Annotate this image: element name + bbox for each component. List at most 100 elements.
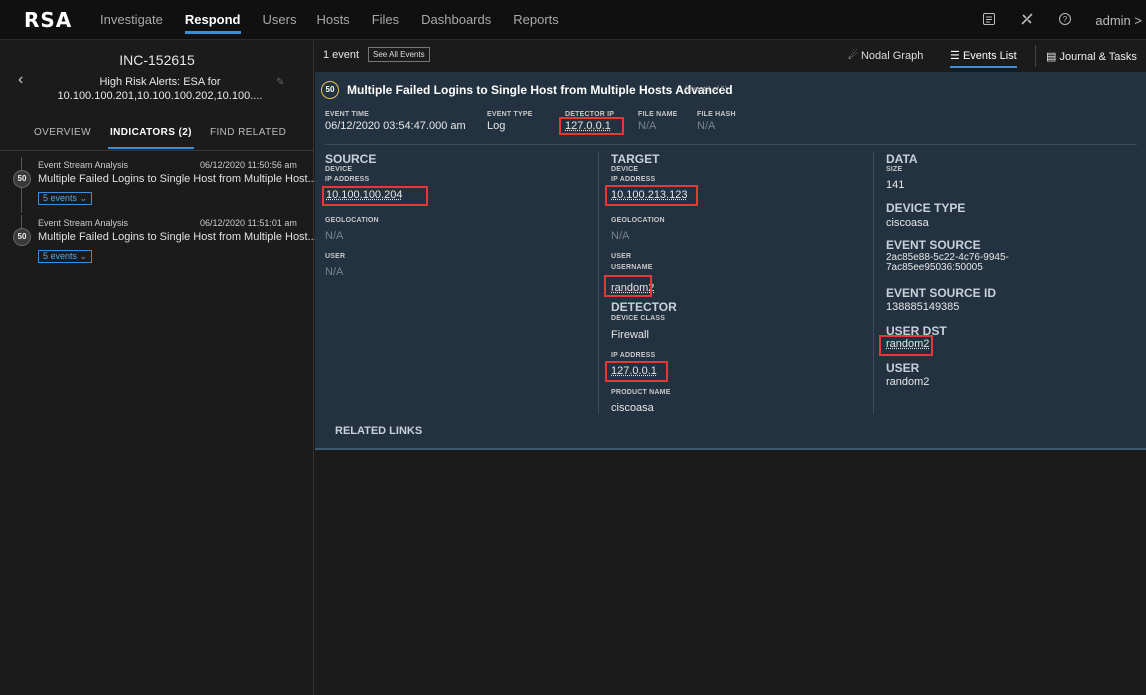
- indicator-source: Event Stream Analysis: [38, 160, 129, 170]
- indicator-name[interactable]: Multiple Failed Logins to Single Host fr…: [38, 231, 317, 243]
- journal-tasks-button[interactable]: ▤ Journal & Tasks: [1035, 45, 1146, 67]
- file-name: N/A: [638, 120, 657, 132]
- events-toolbar: 1 event See All Events ☄ Nodal Graph ☰ E…: [315, 41, 1146, 70]
- rsa-logo: RSA: [24, 7, 73, 32]
- file-name-label: FILE NAME: [638, 111, 678, 118]
- incident-title: High Risk Alerts: ESA for 10.100.100.201…: [57, 76, 263, 102]
- source-user-label: USER: [325, 253, 346, 260]
- list-icon: ☰: [950, 50, 960, 62]
- column-divider: [598, 152, 599, 414]
- target-heading: TARGET: [611, 152, 660, 166]
- nav-reports[interactable]: Reports: [513, 0, 559, 40]
- incident-id: INC-152615: [119, 52, 195, 68]
- highlight-box: [559, 117, 624, 135]
- event-count: 1 event: [323, 49, 360, 61]
- event-source-id: 138885149385: [886, 301, 960, 313]
- size-label: SIZE: [886, 166, 903, 173]
- indicator-time: 06/12/2020 11:51:01 am: [200, 218, 297, 228]
- event-source-label: EVENT SOURCE: [886, 238, 981, 252]
- target-geo: N/A: [611, 230, 630, 242]
- help-icon[interactable]: ?: [1057, 12, 1073, 28]
- events-panel: 1 event See All Events ☄ Nodal Graph ☰ E…: [315, 41, 1146, 695]
- nav-users[interactable]: Users: [263, 0, 297, 40]
- nodal-graph-icon: ☄: [848, 50, 858, 62]
- events-list-label: Events List: [962, 50, 1017, 62]
- event-source: 2ac85e88-5c22-4c76-9945-7ac85ee95036:500…: [886, 252, 1009, 273]
- product-name: ciscoasa: [611, 402, 654, 414]
- journal-label: Journal & Tasks: [1059, 51, 1137, 63]
- target-username-label: USERNAME: [611, 264, 653, 271]
- source-ip-label: IP ADDRESS: [325, 176, 370, 183]
- journal-icon: ▤: [1046, 51, 1057, 63]
- divider: [0, 150, 314, 151]
- tools-icon[interactable]: [1019, 12, 1035, 28]
- indicator-source: Event Stream Analysis: [38, 218, 129, 228]
- events-list-button[interactable]: ☰ Events List: [950, 49, 1017, 68]
- back-chevron-icon[interactable]: ‹: [18, 71, 23, 89]
- target-device-label: DEVICE: [611, 166, 639, 173]
- event-index: (Event 1 of 5): [685, 86, 728, 93]
- source-device-label: DEVICE: [325, 166, 353, 173]
- edit-icon[interactable]: ✎: [276, 77, 284, 88]
- device-class-label: DEVICE CLASS: [611, 315, 666, 322]
- risk-score-badge: 50: [13, 170, 31, 188]
- event-type-label: EVENT TYPE: [487, 111, 533, 118]
- tab-overview[interactable]: OVERVIEW: [34, 127, 91, 138]
- event-score-badge: 50: [321, 81, 339, 99]
- tab-find-related[interactable]: FIND RELATED: [210, 127, 286, 138]
- source-geo: N/A: [325, 230, 344, 242]
- event-type: Log: [487, 120, 506, 132]
- event-source-id-label: EVENT SOURCE ID: [886, 286, 997, 300]
- tab-indicators[interactable]: INDICATORS (2): [108, 127, 194, 149]
- nav-files[interactable]: Files: [372, 0, 399, 40]
- user-menu[interactable]: admin >: [1095, 13, 1142, 28]
- divider: [325, 144, 1137, 145]
- nav-investigate[interactable]: Investigate: [100, 0, 163, 40]
- nav-dashboards[interactable]: Dashboards: [421, 0, 491, 40]
- indicator-time: 06/12/2020 11:50:56 am: [200, 160, 297, 170]
- device-class: Firewall: [611, 329, 649, 341]
- source-geo-label: GEOLOCATION: [325, 217, 379, 224]
- target-geo-label: GEOLOCATION: [611, 217, 665, 224]
- data-user: random2: [886, 376, 930, 388]
- device-type: ciscoasa: [886, 217, 929, 229]
- nav-respond[interactable]: Respond: [184, 0, 241, 40]
- detector-heading: DETECTOR: [611, 300, 677, 314]
- nodal-graph-label: Nodal Graph: [860, 50, 924, 62]
- nav-hosts[interactable]: Hosts: [316, 0, 349, 40]
- size-value: 141: [886, 179, 905, 191]
- event-time-label: EVENT TIME: [325, 111, 370, 118]
- highlight-box: [879, 335, 933, 356]
- event-detail-card: 50 Multiple Failed Logins to Single Host…: [315, 72, 1146, 450]
- see-all-events-button[interactable]: See All Events: [368, 47, 430, 62]
- detector-ip-label: IP ADDRESS: [611, 352, 656, 359]
- risk-score-badge: 50: [13, 228, 31, 246]
- events-dropdown[interactable]: 5 events ⌄: [38, 250, 93, 263]
- data-user-label: USER: [886, 361, 920, 375]
- target-ip-label: IP ADDRESS: [611, 176, 656, 183]
- top-nav: RSA Investigate Respond Users Hosts File…: [0, 0, 1146, 40]
- related-links-heading: RELATED LINKS: [335, 425, 423, 437]
- notes-icon[interactable]: [981, 12, 997, 28]
- event-title: Multiple Failed Logins to Single Host fr…: [347, 83, 733, 97]
- incident-tabs: OVERVIEW INDICATORS (2) FIND RELATED: [0, 127, 314, 149]
- column-divider: [873, 152, 874, 414]
- source-heading: SOURCE: [325, 152, 377, 166]
- nodal-graph-button[interactable]: ☄ Nodal Graph: [848, 49, 923, 62]
- indicator-name[interactable]: Multiple Failed Logins to Single Host fr…: [38, 173, 317, 185]
- events-dropdown[interactable]: 5 events ⌄: [38, 192, 93, 205]
- highlight-box: [605, 361, 668, 382]
- target-user-label: USER: [611, 253, 632, 260]
- highlight-box: [322, 186, 428, 206]
- device-type-label: DEVICE TYPE: [886, 201, 966, 215]
- highlight-box: [605, 185, 698, 206]
- incident-panel: ‹ INC-152615 High Risk Alerts: ESA for 1…: [0, 41, 317, 695]
- highlight-box: [604, 275, 652, 297]
- product-name-label: PRODUCT NAME: [611, 389, 671, 396]
- source-user: N/A: [325, 266, 344, 278]
- data-heading: DATA: [886, 152, 918, 166]
- svg-text:?: ?: [1063, 15, 1068, 24]
- file-hash-label: FILE HASH: [697, 111, 736, 118]
- event-time: 06/12/2020 03:54:47.000 am: [325, 120, 466, 132]
- file-hash: N/A: [697, 120, 716, 132]
